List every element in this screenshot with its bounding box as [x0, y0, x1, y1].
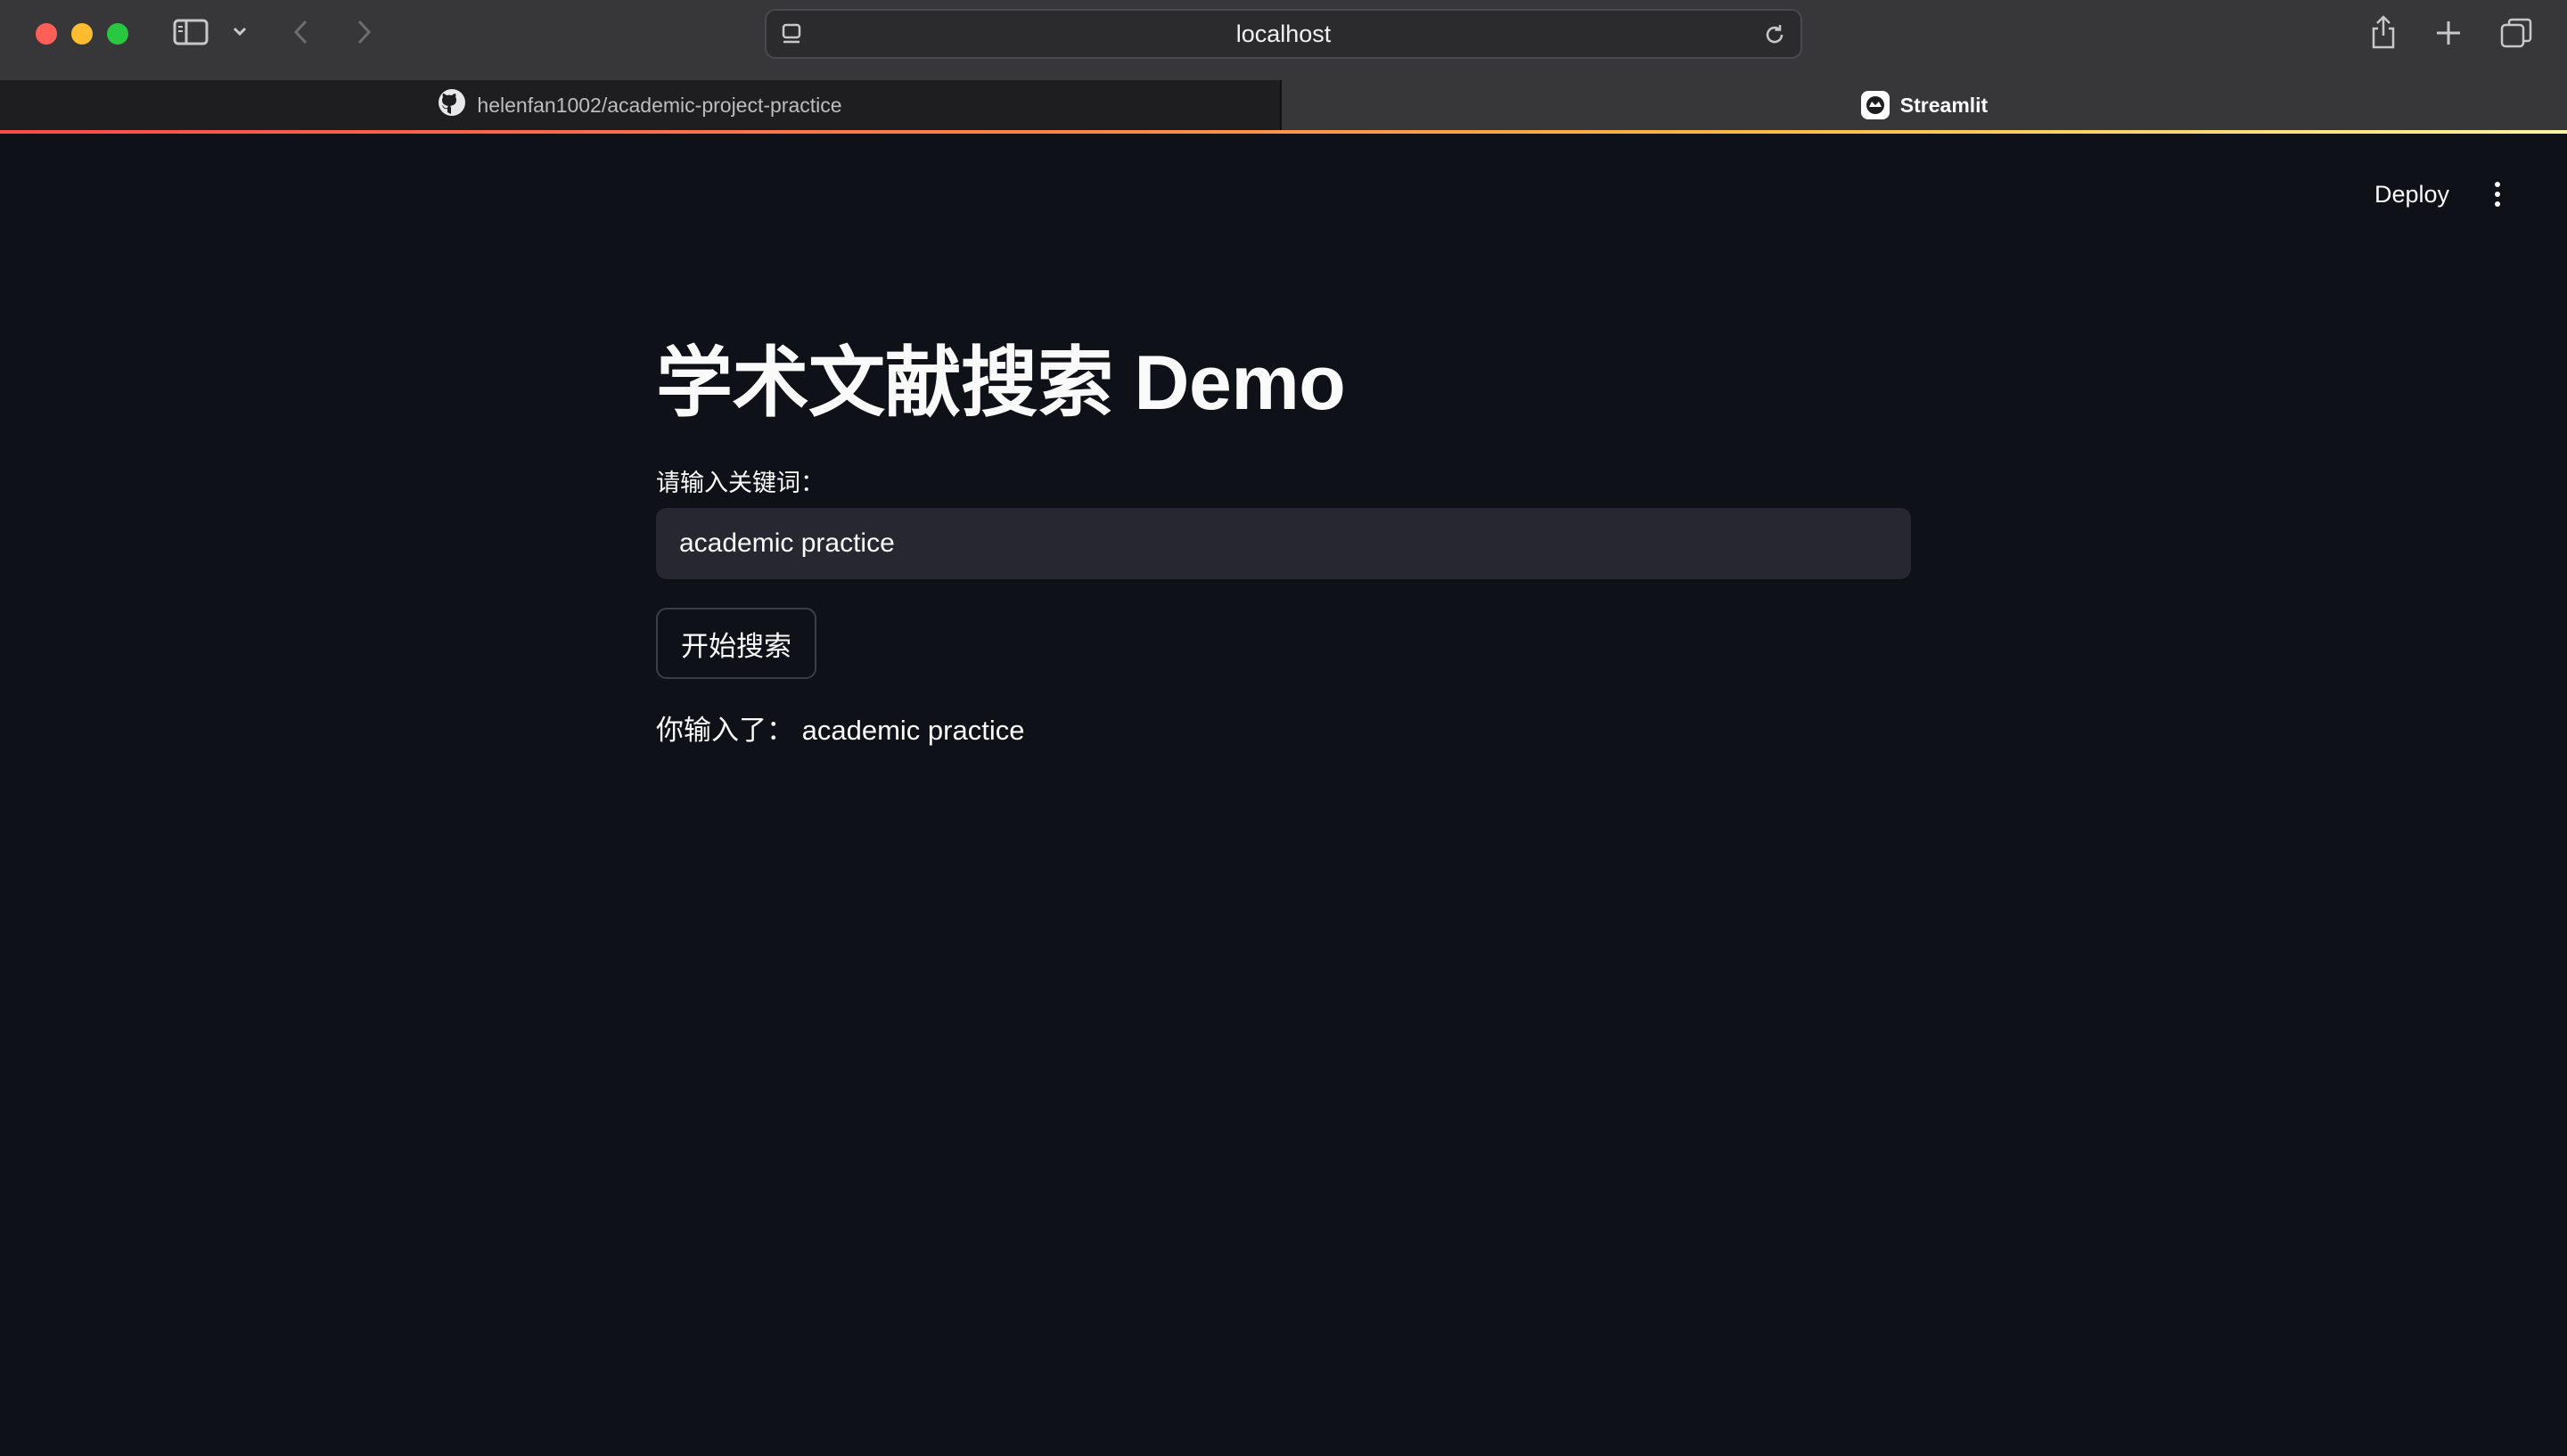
address-bar[interactable]: localhost — [765, 9, 1802, 59]
url-text: localhost — [1235, 20, 1332, 47]
reload-icon[interactable] — [1761, 21, 1788, 53]
deploy-button[interactable]: Deploy — [2362, 175, 2462, 214]
sidebar-toggle-icon[interactable] — [173, 18, 209, 46]
main-content: 学术文献搜索 Demo 请输入关键词： 开始搜索 你输入了： academic … — [656, 321, 1911, 746]
new-tab-icon[interactable] — [2433, 18, 2464, 48]
share-icon[interactable] — [2367, 14, 2399, 50]
zoom-window-button[interactable] — [107, 23, 128, 45]
page-title: 学术文献搜索 Demo — [656, 340, 1346, 426]
minimize-window-button[interactable] — [71, 23, 93, 45]
tab-github-label: helenfan1002/academic-project-practice — [477, 93, 842, 117]
kebab-menu-icon[interactable] — [2483, 175, 2512, 214]
streamlit-icon — [1860, 91, 1890, 119]
result-text: 你输入了： academic practice — [656, 715, 1025, 746]
page-load-progress-bar — [0, 130, 2567, 134]
tab-github[interactable]: helenfan1002/academic-project-practice — [0, 80, 1280, 130]
keyword-input[interactable] — [656, 508, 1911, 579]
tab-overview-icon[interactable] — [2499, 16, 2533, 50]
github-icon — [438, 88, 466, 122]
tab-streamlit[interactable]: Streamlit — [1282, 80, 2567, 130]
keyword-input-label: 请输入关键词： — [656, 470, 824, 496]
chevron-down-icon[interactable] — [232, 23, 248, 39]
browser-window: localhost helenfan1002/academic-project-… — [0, 0, 2567, 1456]
tab-bar: helenfan1002/academic-project-practice S… — [0, 80, 2567, 134]
tab-streamlit-label: Streamlit — [1899, 93, 1989, 117]
start-search-button[interactable]: 开始搜索 — [656, 608, 816, 679]
close-window-button[interactable] — [36, 23, 57, 45]
back-arrow-icon[interactable] — [291, 18, 312, 46]
browser-toolbar: localhost — [0, 0, 2567, 80]
forward-arrow-icon[interactable] — [353, 18, 374, 46]
page-menu-icon[interactable] — [779, 21, 806, 53]
